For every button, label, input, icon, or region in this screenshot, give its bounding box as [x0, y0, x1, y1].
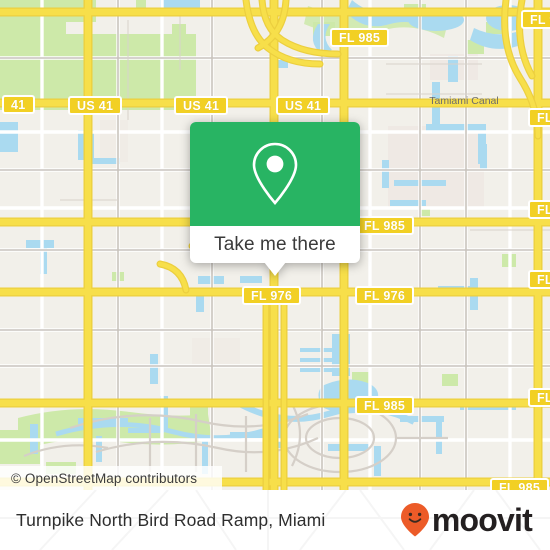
road-shield-label: FL 9: [530, 12, 550, 27]
road-shield-label: FL: [537, 272, 550, 287]
road-shield-label: FL 985: [499, 480, 541, 491]
road-shield: FL 985: [330, 28, 390, 47]
road-shield-label: FL: [537, 110, 550, 125]
road-shield: US 41: [174, 96, 229, 115]
road-shield: FL: [528, 108, 550, 127]
moovit-map-screen: .w { fill:#aadaf0; } .wl { stroke:#aadaf…: [0, 0, 550, 550]
map-place-label: Tamiami Canal: [429, 95, 498, 107]
road-shield-label: 41: [11, 97, 26, 112]
moovit-logo[interactable]: moovit: [400, 490, 533, 550]
road-shield-label: FL 985: [339, 30, 381, 45]
road-shield: US 41: [68, 96, 123, 115]
road-shield-label: FL: [537, 390, 550, 405]
page-title-text: Turnpike North Bird Road Ramp, Miami: [16, 509, 326, 530]
callout-tail: [264, 262, 286, 276]
callout-header: [190, 122, 360, 226]
road-shield: FL: [528, 388, 550, 407]
road-shield-label: FL: [537, 202, 550, 217]
road-shield: FL 985: [355, 396, 415, 415]
road-shield: FL: [528, 200, 550, 219]
osm-attribution-text: © OpenStreetMap contributors: [11, 470, 198, 486]
road-shield: 41: [2, 95, 35, 114]
road-shield: FL 985: [490, 478, 550, 491]
map-callout[interactable]: Take me there: [190, 122, 360, 276]
road-shield-label: FL 985: [364, 218, 406, 233]
road-shield: US 41: [276, 96, 331, 115]
road-shield: FL 976: [355, 286, 415, 305]
road-shield-label: US 41: [285, 98, 322, 113]
road-shield-label: US 41: [183, 98, 220, 113]
road-shield: FL 985: [355, 216, 415, 235]
road-shield-label: US 41: [77, 98, 114, 113]
road-shield: FL 976: [242, 286, 302, 305]
footer-bar: Turnpike North Bird Road Ramp, Miami moo…: [0, 490, 550, 550]
road-shield-label: FL 985: [364, 398, 406, 413]
moovit-wordmark: moovit: [431, 502, 533, 538]
map-pin-icon: [252, 142, 298, 205]
osm-attribution[interactable]: © OpenStreetMap contributors: [0, 466, 222, 490]
road-shield-label: FL 976: [251, 288, 293, 303]
moovit-smiley-pin-icon: [400, 503, 429, 537]
road-shield: FL: [528, 270, 550, 289]
page-title: Turnpike North Bird Road Ramp, Miami: [16, 490, 325, 550]
road-shield-label: FL 976: [364, 288, 406, 303]
road-shield: FL 9: [521, 10, 550, 29]
callout-body: Take me there: [190, 122, 360, 263]
take-me-there-button[interactable]: Take me there: [190, 226, 360, 263]
take-me-there-label: Take me there: [214, 233, 336, 255]
